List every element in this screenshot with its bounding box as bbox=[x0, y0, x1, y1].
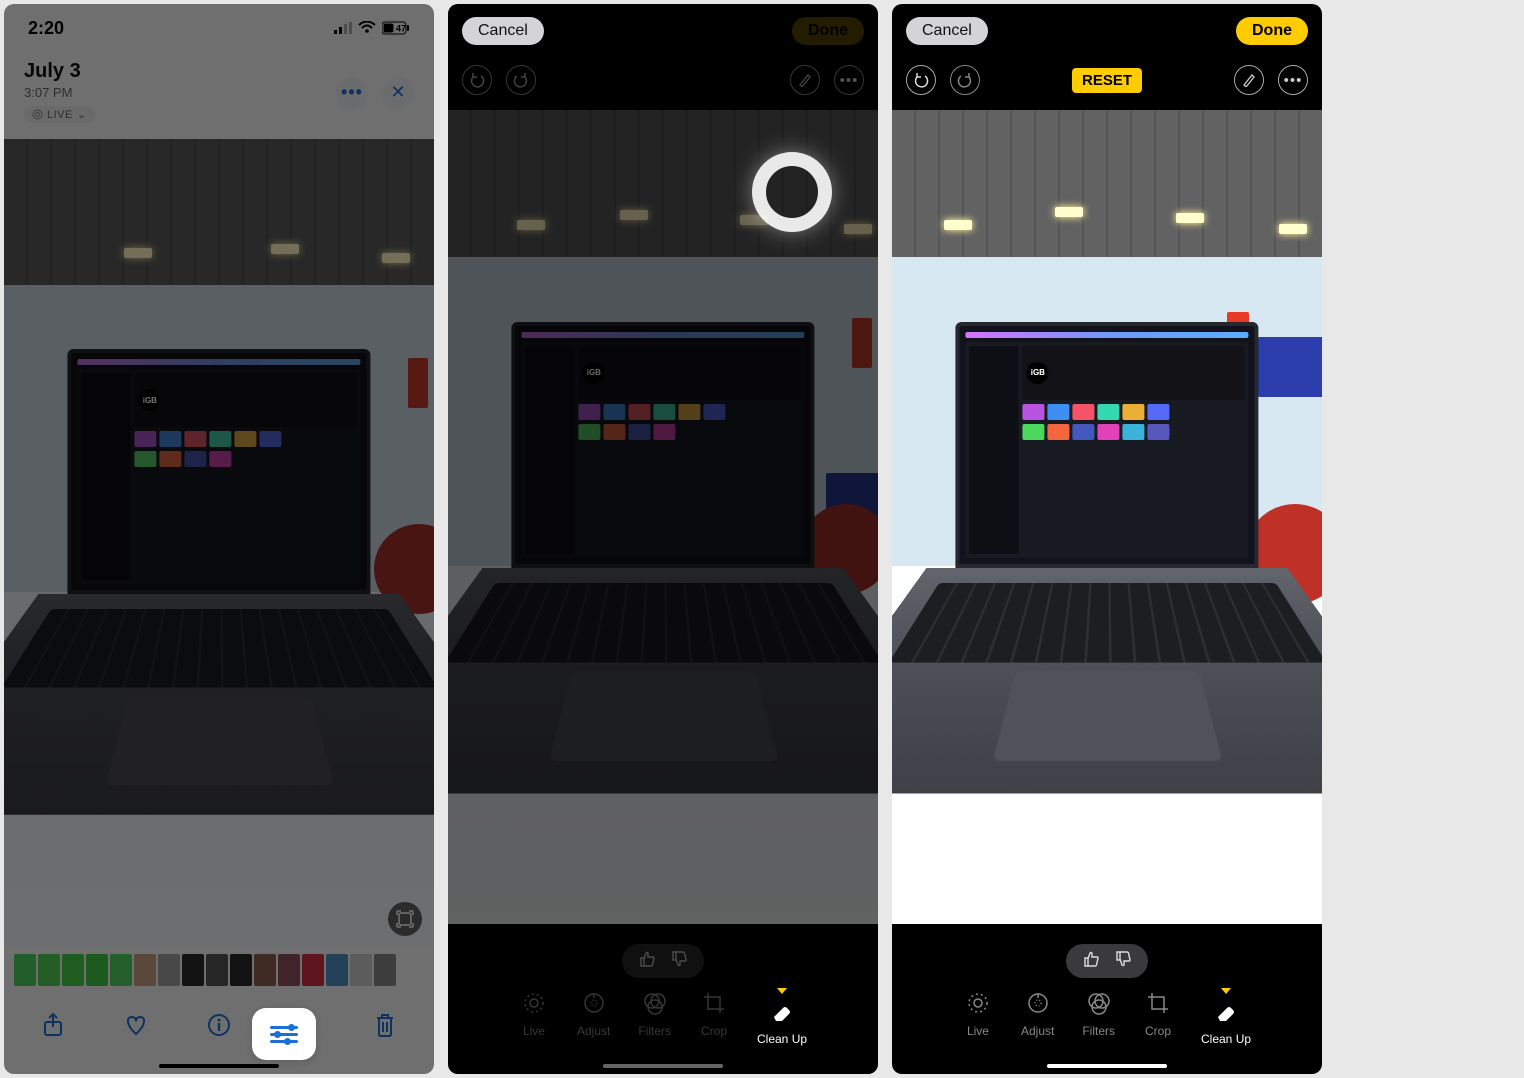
filters-icon bbox=[640, 988, 670, 1018]
ellipsis-icon: ••• bbox=[1284, 72, 1303, 89]
active-caret-icon bbox=[777, 988, 787, 994]
ellipsis-icon: ••• bbox=[840, 72, 859, 89]
chevron-down-icon: ⌄ bbox=[77, 108, 87, 121]
feedback-pill bbox=[622, 944, 704, 978]
thumbs-down-button[interactable] bbox=[1114, 950, 1132, 973]
home-indicator[interactable] bbox=[448, 1058, 878, 1074]
tab-live[interactable]: Live bbox=[519, 988, 549, 1058]
crop-icon bbox=[1143, 988, 1173, 1018]
photo-thumbnail-strip[interactable] bbox=[4, 948, 434, 992]
cleanup-brush-cursor bbox=[752, 152, 832, 232]
editor-mode-tabs: Live Adjust Filters Crop Clean Up bbox=[448, 978, 878, 1058]
tab-live[interactable]: Live bbox=[963, 988, 993, 1058]
filters-icon bbox=[1084, 988, 1114, 1018]
redo-icon bbox=[513, 72, 529, 88]
tab-filters[interactable]: Filters bbox=[1082, 988, 1115, 1058]
thumbs-up-icon bbox=[638, 950, 656, 968]
photo-viewport[interactable]: iGB bbox=[4, 139, 434, 948]
home-indicator[interactable] bbox=[892, 1058, 1322, 1074]
photo-date: July 3 bbox=[24, 60, 95, 83]
thumbs-down-icon bbox=[1114, 950, 1132, 968]
tab-crop[interactable]: Crop bbox=[1143, 988, 1173, 1058]
markup-button[interactable] bbox=[1234, 65, 1264, 95]
bottom-toolbar bbox=[4, 992, 434, 1058]
redo-button[interactable] bbox=[950, 65, 980, 95]
undo-button[interactable] bbox=[906, 65, 936, 95]
info-button[interactable] bbox=[199, 1005, 239, 1045]
tab-adjust[interactable]: Adjust bbox=[1021, 988, 1054, 1058]
heart-icon bbox=[123, 1013, 149, 1037]
ellipsis-icon: ••• bbox=[341, 82, 363, 103]
tab-crop[interactable]: Crop bbox=[699, 988, 729, 1058]
markup-pen-icon bbox=[798, 73, 812, 87]
tab-filters[interactable]: Filters bbox=[638, 988, 671, 1058]
status-time: 2:20 bbox=[28, 18, 64, 39]
adjust-dial-icon bbox=[579, 988, 609, 1018]
delete-button[interactable] bbox=[365, 1005, 405, 1045]
photo-editor-screen-result: Cancel Done RESET ••• bbox=[892, 4, 1322, 1074]
tab-clean-up[interactable]: Clean Up bbox=[757, 988, 807, 1058]
undo-icon bbox=[469, 72, 485, 88]
markup-pen-icon bbox=[1242, 73, 1256, 87]
live-icon bbox=[519, 988, 549, 1018]
undo-button[interactable] bbox=[462, 65, 492, 95]
more-options-button[interactable]: ••• bbox=[336, 77, 368, 109]
redo-button[interactable] bbox=[506, 65, 536, 95]
adjust-icon bbox=[270, 1026, 298, 1043]
editor-canvas[interactable]: iGB bbox=[448, 110, 878, 924]
cell-signal-icon bbox=[334, 18, 352, 39]
live-icon bbox=[963, 988, 993, 1018]
wifi-icon bbox=[358, 18, 376, 39]
done-button[interactable]: Done bbox=[1236, 17, 1308, 45]
share-icon bbox=[42, 1012, 64, 1038]
close-button[interactable]: ✕ bbox=[382, 77, 414, 109]
crop-icon bbox=[699, 988, 729, 1018]
photo-subject-laptop: iGB bbox=[38, 349, 399, 786]
thumbs-down-icon bbox=[670, 950, 688, 968]
edit-button-highlighted[interactable] bbox=[252, 1008, 316, 1060]
share-button[interactable] bbox=[33, 1005, 73, 1045]
battery-icon: 47 bbox=[382, 21, 410, 35]
home-indicator[interactable] bbox=[4, 1058, 434, 1074]
done-button[interactable]: Done bbox=[792, 17, 864, 45]
editor-mode-tabs: Live Adjust Filters Crop Clean Up bbox=[892, 978, 1322, 1058]
tab-adjust[interactable]: Adjust bbox=[577, 988, 610, 1058]
favorite-button[interactable] bbox=[116, 1005, 156, 1045]
redo-icon bbox=[957, 72, 973, 88]
status-bar: 2:20 47 bbox=[4, 4, 434, 48]
photos-view-screen: 2:20 47 July 3 3:07 PM LIVE ⌄ ••• bbox=[4, 4, 434, 1074]
thumbs-down-button[interactable] bbox=[670, 950, 688, 973]
thumbs-up-button[interactable] bbox=[638, 950, 656, 973]
thumbs-up-icon bbox=[1082, 950, 1100, 968]
cancel-button[interactable]: Cancel bbox=[906, 17, 988, 45]
photo-time: 3:07 PM bbox=[24, 85, 95, 100]
markup-button[interactable] bbox=[790, 65, 820, 95]
undo-icon bbox=[913, 72, 929, 88]
more-button[interactable]: ••• bbox=[834, 65, 864, 95]
adjust-dial-icon bbox=[1023, 988, 1053, 1018]
info-icon bbox=[207, 1013, 231, 1037]
feedback-pill bbox=[1066, 944, 1148, 978]
visual-lookup-button[interactable] bbox=[388, 902, 422, 936]
live-badge[interactable]: LIVE ⌄ bbox=[24, 106, 95, 123]
photo-header: July 3 3:07 PM LIVE ⌄ ••• ✕ bbox=[4, 48, 434, 133]
tab-clean-up[interactable]: Clean Up bbox=[1201, 988, 1251, 1058]
more-button[interactable]: ••• bbox=[1278, 65, 1308, 95]
svg-text:47: 47 bbox=[396, 24, 406, 34]
active-caret-icon bbox=[1221, 988, 1231, 994]
trash-icon bbox=[374, 1012, 396, 1038]
photo-editor-screen-brushing: Cancel Done ••• bbox=[448, 4, 878, 1074]
close-icon: ✕ bbox=[390, 82, 405, 103]
editor-canvas[interactable]: iGB bbox=[892, 110, 1322, 924]
cancel-button[interactable]: Cancel bbox=[462, 17, 544, 45]
thumbs-up-button[interactable] bbox=[1082, 950, 1100, 973]
eraser-icon bbox=[1211, 996, 1241, 1026]
reset-button[interactable]: RESET bbox=[1072, 68, 1142, 93]
eraser-icon bbox=[767, 996, 797, 1026]
